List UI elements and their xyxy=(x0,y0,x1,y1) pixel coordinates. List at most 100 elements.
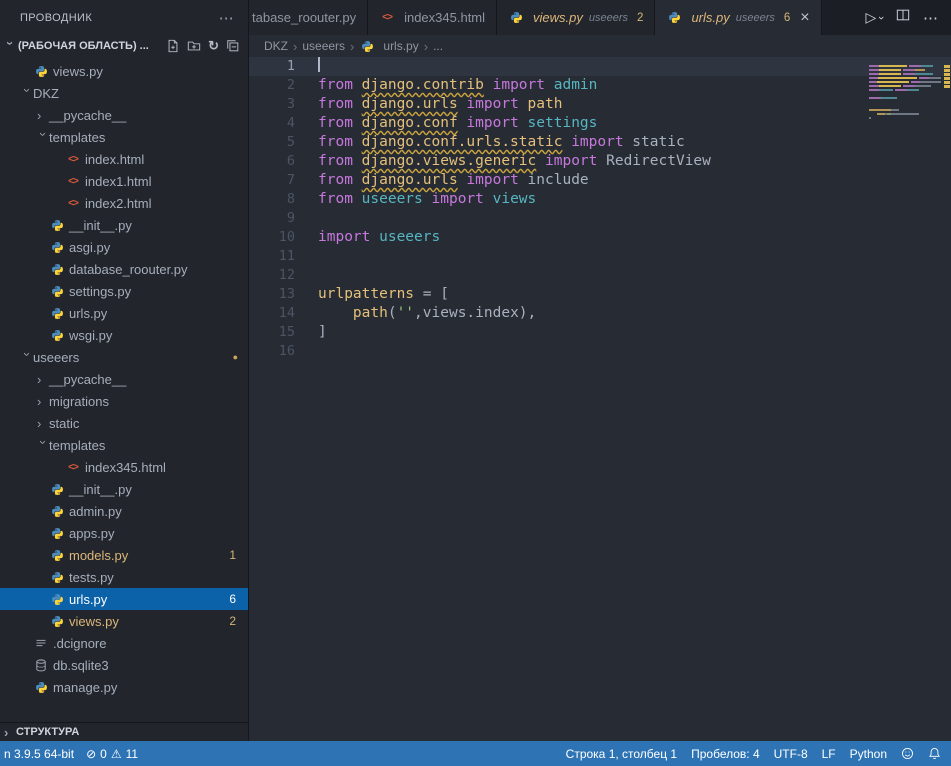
code-line: 5from django.conf.urls.static import sta… xyxy=(249,133,951,152)
item-label: .dcignore xyxy=(53,636,106,651)
more-actions-icon[interactable]: ⋯ xyxy=(219,9,234,27)
item-label: templates xyxy=(49,438,105,453)
code-text: path('',views.index), xyxy=(318,304,536,323)
collapse-all-icon[interactable] xyxy=(226,39,240,53)
file-item-admin.py[interactable]: admin.py xyxy=(0,500,248,522)
folder-item-__pycache__[interactable]: ›__pycache__ xyxy=(0,368,248,390)
code-line: 9 xyxy=(249,209,951,228)
breadcrumb-separator-icon: › xyxy=(424,39,428,54)
file-item-models.py[interactable]: models.py 1 xyxy=(0,544,248,566)
problems-status[interactable]: ⊘ 0 ⚠ 11 xyxy=(86,747,138,761)
file-item-.dcignore[interactable]: .dcignore xyxy=(0,632,248,654)
indentation-status[interactable]: Пробелов: 4 xyxy=(691,747,760,761)
tab-description: useeers xyxy=(589,12,628,24)
feedback-smiley-icon[interactable] xyxy=(901,747,914,760)
code-text: from django.views.generic import Redirec… xyxy=(318,152,711,171)
line-number: 10 xyxy=(249,228,295,247)
language-mode-status[interactable]: Python xyxy=(850,747,887,761)
minimap[interactable] xyxy=(869,61,941,125)
file-item-views.py[interactable]: views.py xyxy=(0,60,248,82)
outline-section-header[interactable]: › СТРУКТУРА xyxy=(0,722,248,741)
tab-views.py[interactable]: views.pyuseeers2 xyxy=(497,0,655,35)
file-item-wsgi.py[interactable]: wsgi.py xyxy=(0,324,248,346)
eol-status[interactable]: LF xyxy=(822,747,836,761)
tab-bar: tabase_roouter.py <>index345.htmlviews.py… xyxy=(249,0,951,35)
folder-item-static[interactable]: ›static xyxy=(0,412,248,434)
python-icon xyxy=(49,217,65,233)
line-number: 2 xyxy=(249,76,295,95)
file-item-manage.py[interactable]: manage.py xyxy=(0,676,248,698)
code-line: 15] xyxy=(249,323,951,342)
modified-dot-icon: ● xyxy=(233,352,238,362)
python-icon xyxy=(49,591,65,607)
breadcrumb-item[interactable]: DKZ xyxy=(264,39,288,53)
folder-item-useeers[interactable]: ›useeers● xyxy=(0,346,248,368)
more-actions-icon[interactable]: ⋯ xyxy=(923,9,938,27)
warning-icon: ⚠ xyxy=(111,747,122,761)
chevron-right-icon: › xyxy=(37,373,49,386)
new-folder-icon[interactable] xyxy=(187,39,201,53)
workspace-section-header[interactable]: › (РАБОЧАЯ ОБЛАСТЬ) ... ↻ xyxy=(0,35,248,57)
problems-badge: 1 xyxy=(229,548,236,562)
item-label: views.py xyxy=(69,614,119,629)
item-label: wsgi.py xyxy=(69,328,112,343)
folder-item-DKZ[interactable]: ›DKZ xyxy=(0,82,248,104)
code-lines: 12from django.contrib import admin3from … xyxy=(249,57,951,361)
explorer-title: ПРОВОДНИК xyxy=(20,12,92,24)
file-item-index1.html[interactable]: <>index1.html xyxy=(0,170,248,192)
folder-item-__pycache__[interactable]: ›__pycache__ xyxy=(0,104,248,126)
outline-label: СТРУКТУРА xyxy=(16,726,79,738)
tab-index345.html[interactable]: <>index345.html xyxy=(368,0,497,35)
code-line: 13urlpatterns = [ xyxy=(249,285,951,304)
file-item-__init__.py[interactable]: __init__.py xyxy=(0,214,248,236)
html-icon: <> xyxy=(65,151,81,167)
file-item-index2.html[interactable]: <>index2.html xyxy=(0,192,248,214)
file-item-index345.html[interactable]: <>index345.html xyxy=(0,456,248,478)
file-item-index.html[interactable]: <>index.html xyxy=(0,148,248,170)
tab-urls.py[interactable]: urls.pyuseeers6× xyxy=(655,0,821,35)
run-button[interactable]: ▷ › xyxy=(866,9,883,26)
warning-count: 11 xyxy=(126,747,138,761)
encoding-status[interactable]: UTF-8 xyxy=(774,747,808,761)
code-line: 3from django.urls import path xyxy=(249,95,951,114)
notifications-bell-icon[interactable] xyxy=(928,747,941,760)
file-item-__init__.py[interactable]: __init__.py xyxy=(0,478,248,500)
refresh-icon[interactable]: ↻ xyxy=(208,38,219,54)
item-label: database_roouter.py xyxy=(69,262,188,277)
item-label: apps.py xyxy=(69,526,115,541)
python-icon xyxy=(49,239,65,255)
chevron-right-icon: › xyxy=(37,395,49,408)
code-editor[interactable]: 12from django.contrib import admin3from … xyxy=(249,57,951,741)
line-number: 5 xyxy=(249,133,295,152)
python-interpreter-status[interactable]: n 3.9.5 64-bit xyxy=(4,747,74,761)
cursor-position-status[interactable]: Строка 1, столбец 1 xyxy=(566,747,677,761)
file-item-tests.py[interactable]: tests.py xyxy=(0,566,248,588)
chevron-down-icon: › xyxy=(875,16,887,20)
file-item-asgi.py[interactable]: asgi.py xyxy=(0,236,248,258)
error-count: 0 xyxy=(100,747,107,761)
item-label: __pycache__ xyxy=(49,372,126,387)
file-item-database_roouter.py[interactable]: database_roouter.py xyxy=(0,258,248,280)
file-item-views.py[interactable]: views.py2 xyxy=(0,610,248,632)
folder-item-templates[interactable]: ›templates xyxy=(0,126,248,148)
tab-label: tabase_roouter.py xyxy=(252,10,356,25)
html-icon: <> xyxy=(65,459,81,475)
item-label: __pycache__ xyxy=(49,108,126,123)
breadcrumb-item[interactable]: urls.py xyxy=(359,38,418,54)
file-item-db.sqlite3[interactable]: db.sqlite3 xyxy=(0,654,248,676)
split-editor-icon[interactable] xyxy=(896,8,910,27)
file-item-urls.py[interactable]: urls.py xyxy=(0,302,248,324)
breadcrumb-item[interactable]: useeers xyxy=(302,39,345,53)
editor-group: tabase_roouter.py <>index345.htmlviews.py… xyxy=(249,0,951,741)
file-item-urls.py[interactable]: urls.py6 xyxy=(0,588,248,610)
folder-item-migrations[interactable]: ›migrations xyxy=(0,390,248,412)
breadcrumb-item[interactable]: ... xyxy=(433,39,443,53)
new-file-icon[interactable] xyxy=(166,39,180,53)
close-icon[interactable]: × xyxy=(800,10,809,26)
folder-item-templates[interactable]: ›templates xyxy=(0,434,248,456)
file-item-settings.py[interactable]: settings.py xyxy=(0,280,248,302)
file-item-apps.py[interactable]: apps.py xyxy=(0,522,248,544)
chevron-down-icon: › xyxy=(37,440,50,452)
item-label: models.py xyxy=(69,548,128,563)
tab-tabase_roouter.py[interactable]: tabase_roouter.py xyxy=(249,0,368,35)
